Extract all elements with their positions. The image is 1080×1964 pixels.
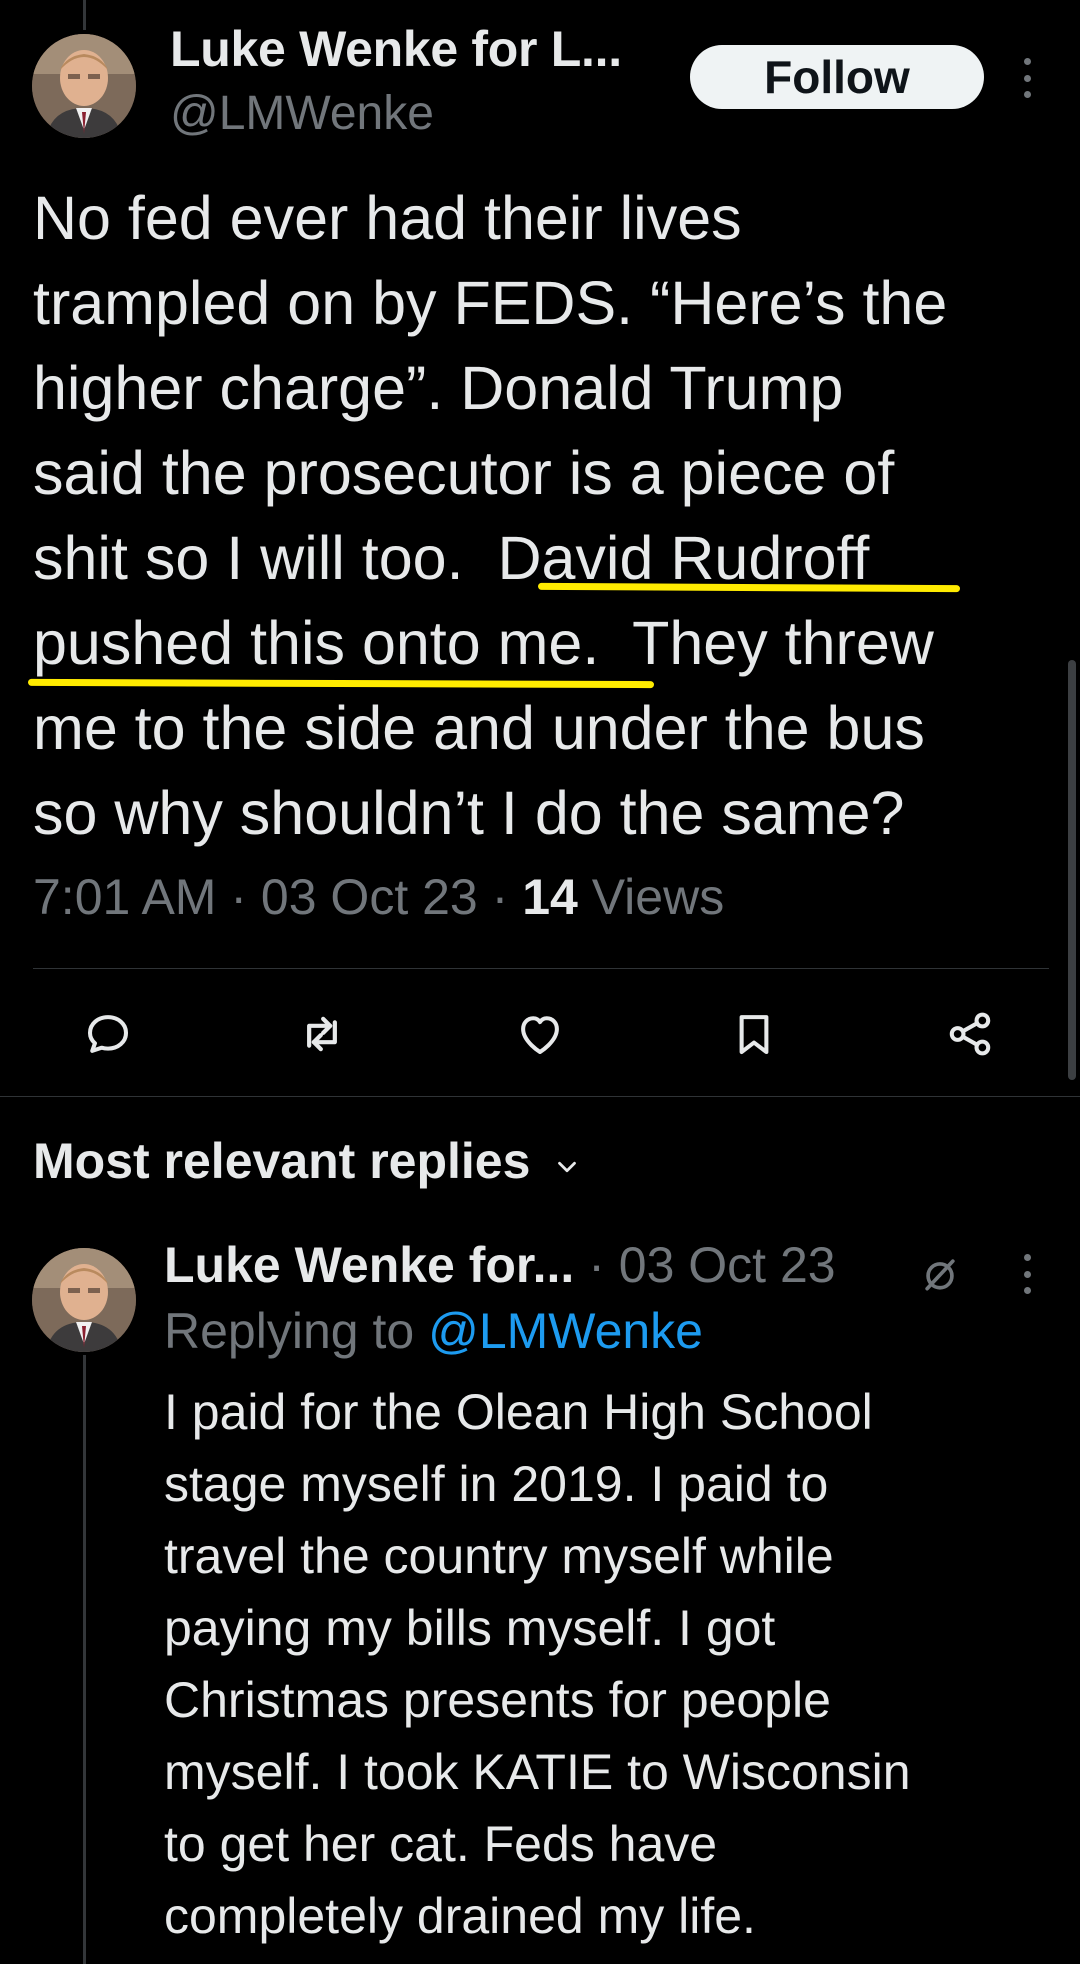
tweet-line: No fed ever had their lives xyxy=(33,184,742,252)
reply-text: I paid for the Olean High School stage m… xyxy=(164,1376,1044,1952)
tweet-line-segment: shit so I will too. xyxy=(33,524,498,592)
tweet-meta: 7:01 AM · 03 Oct 23 · 14 Views xyxy=(33,868,724,926)
reply-header: Luke Wenke for... · 03 Oct 23 xyxy=(164,1236,836,1294)
reply-author-name[interactable]: Luke Wenke for... xyxy=(164,1237,574,1293)
views-label: Views xyxy=(591,869,725,925)
tweet-line: so why shouldn’t I do the same? xyxy=(33,779,905,847)
follow-button[interactable]: Follow xyxy=(690,45,984,109)
highlighted-text: David Rudroff xyxy=(497,524,870,592)
more-options-icon[interactable] xyxy=(1020,58,1034,98)
meta-separator: · xyxy=(491,869,509,925)
avatar-portrait-icon xyxy=(32,34,136,138)
reply-more-options-icon[interactable] xyxy=(1020,1254,1034,1294)
reply-line: completely drained my life. xyxy=(164,1888,756,1944)
thread-line-top xyxy=(83,0,86,30)
tweet-time[interactable]: 7:01 AM xyxy=(33,869,216,925)
meta-separator: · xyxy=(588,1237,605,1293)
bookmark-icon[interactable] xyxy=(724,1004,784,1064)
replies-sort-dropdown[interactable]: Most relevant replies xyxy=(33,1132,582,1194)
author-name[interactable]: Luke Wenke for L... xyxy=(170,20,622,78)
reply-line: travel the country myself while xyxy=(164,1528,834,1584)
tweet-line: me to the side and under the bus xyxy=(33,694,925,762)
tweet-text: No fed ever had their lives trampled on … xyxy=(33,176,1053,856)
tweet-line: trampled on by FEDS. “Here’s the xyxy=(33,269,948,337)
views-count: 14 xyxy=(522,869,578,925)
reply-icon[interactable] xyxy=(78,1004,138,1064)
divider xyxy=(33,968,1049,969)
tweet-line: higher charge”. Donald Trump xyxy=(33,354,844,422)
replying-prefix: Replying to xyxy=(164,1303,415,1359)
thread-line xyxy=(83,1355,86,1964)
highlighted-text: pushed this onto me. xyxy=(33,609,600,677)
reply-date[interactable]: 03 Oct 23 xyxy=(619,1237,836,1293)
tweet-line: pushed this onto me. They threw xyxy=(33,601,1053,686)
replying-to: Replying to @LMWenke xyxy=(164,1302,703,1360)
meta-separator: · xyxy=(230,869,248,925)
section-divider xyxy=(0,1096,1080,1097)
reply-line: paying my bills myself. I got xyxy=(164,1600,776,1656)
reply-line: I paid for the Olean High School xyxy=(164,1384,873,1440)
replies-header-label: Most relevant replies xyxy=(33,1133,531,1189)
chevron-down-icon xyxy=(552,1136,582,1194)
reply-line: myself. I took KATIE to Wisconsin xyxy=(164,1744,911,1800)
author-handle[interactable]: @LMWenke xyxy=(170,86,434,141)
reply-line: stage myself in 2019. I paid to xyxy=(164,1456,829,1512)
reply-line: Christmas presents for people xyxy=(164,1672,831,1728)
reply-line: to get her cat. Feds have xyxy=(164,1816,718,1872)
tweet-date[interactable]: 03 Oct 23 xyxy=(261,869,478,925)
tweet-line: said the prosecutor is a piece of xyxy=(33,439,895,507)
muted-icon xyxy=(918,1252,962,1301)
share-icon[interactable] xyxy=(940,1004,1000,1064)
scrollbar[interactable] xyxy=(1068,660,1076,1080)
replying-mention-link[interactable]: @LMWenke xyxy=(428,1303,703,1359)
reply-author-avatar[interactable] xyxy=(32,1248,136,1352)
retweet-icon[interactable] xyxy=(292,1004,352,1064)
avatar-portrait-icon xyxy=(32,1248,136,1352)
author-avatar[interactable] xyxy=(32,34,136,138)
heart-icon[interactable] xyxy=(510,1004,570,1064)
tweet-line-segment: They threw xyxy=(599,609,934,677)
